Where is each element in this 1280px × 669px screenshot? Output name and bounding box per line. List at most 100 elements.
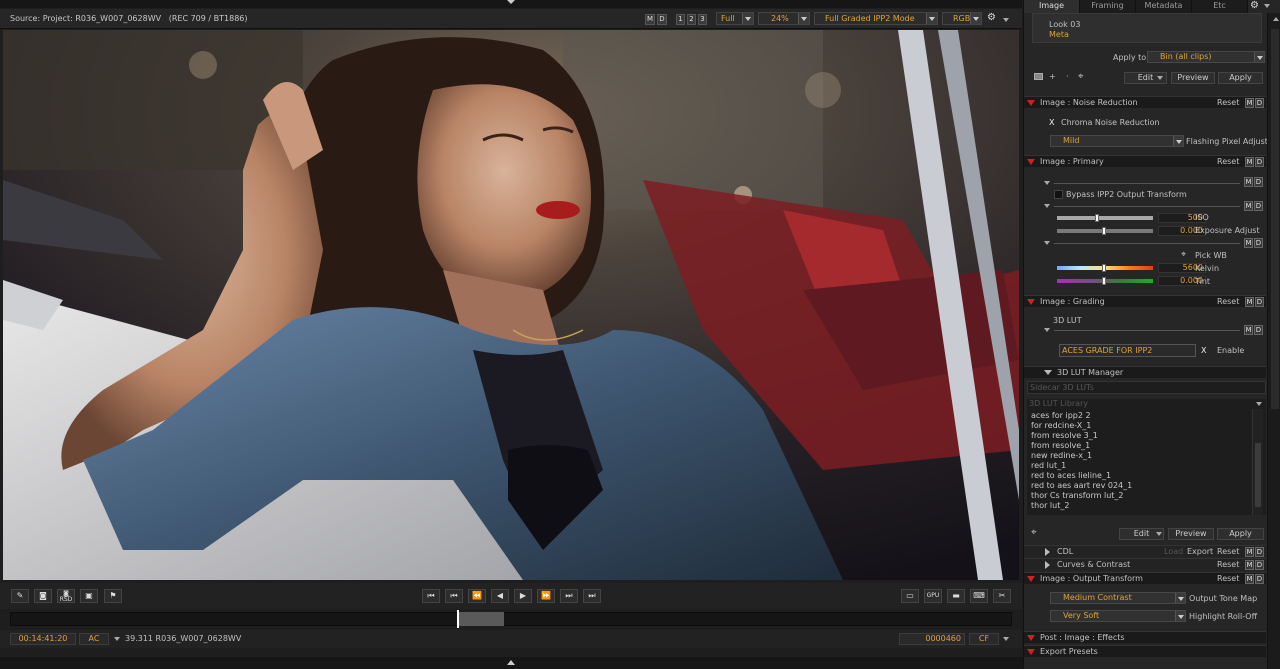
list-item[interactable]: red to aes aart rev 024_1 <box>1031 481 1132 490</box>
d-button[interactable]: D <box>1255 98 1264 108</box>
lut-field[interactable]: ACES GRADE FOR IPP2 <box>1059 344 1196 357</box>
m-button[interactable]: M <box>1245 560 1254 570</box>
add-icon[interactable]: + <box>1049 72 1056 81</box>
gear-icon[interactable]: ⚙ <box>1250 0 1259 11</box>
list-item[interactable]: new redine-x_1 <box>1031 451 1092 460</box>
preview-button[interactable]: Preview <box>1168 528 1214 540</box>
monitor-icon[interactable]: ▭ <box>901 589 919 603</box>
tab-framing[interactable]: Framing <box>1080 0 1136 13</box>
d-button[interactable]: D <box>1255 547 1264 557</box>
tab-image[interactable]: Image <box>1024 0 1080 13</box>
timecode-field[interactable]: 00:14:41:20 <box>10 633 76 645</box>
slider-knob[interactable] <box>1102 227 1106 235</box>
chevron-down-icon[interactable] <box>114 637 120 641</box>
chroma-checkbox[interactable]: X <box>1049 118 1054 127</box>
m-toggle-button[interactable]: M <box>645 14 655 25</box>
lut-library-list[interactable]: aces for ipp2 2 for redcine-X_1 from res… <box>1027 409 1266 515</box>
chevron-down-icon[interactable] <box>1003 637 1009 641</box>
d-button[interactable]: D <box>1255 574 1264 584</box>
flag-icon[interactable]: ⚑ <box>104 589 122 603</box>
m-button[interactable]: M <box>1245 297 1254 307</box>
chevron-down-icon[interactable] <box>1157 76 1163 80</box>
previous-marker-icon[interactable]: ⏮ <box>445 589 463 603</box>
exposure-slider[interactable] <box>1057 227 1153 235</box>
slider-knob[interactable] <box>1102 277 1106 285</box>
preview-button[interactable]: Preview <box>1171 72 1215 84</box>
go-to-end-icon[interactable]: ⏭ <box>583 589 601 603</box>
video-viewer[interactable] <box>3 30 1019 580</box>
m-button[interactable]: M <box>1244 201 1253 211</box>
list-item[interactable]: red lut_1 <box>1031 461 1066 470</box>
list-item[interactable]: from resolve 3_1 <box>1031 431 1098 440</box>
output-transform-section[interactable]: Image : Output Transform Reset M D <box>1024 572 1266 584</box>
reset-button[interactable]: Reset <box>1217 296 1239 307</box>
timeline-playhead[interactable] <box>457 610 459 628</box>
looks-list[interactable]: Look 03 Meta <box>1032 13 1262 43</box>
tab-etc[interactable]: Etc <box>1192 0 1248 13</box>
view-2-button[interactable]: 2 <box>687 14 696 25</box>
remove-icon[interactable]: · <box>1066 72 1069 81</box>
target-icon[interactable]: ⌖ <box>1031 527 1037 538</box>
m-button[interactable]: M <box>1244 325 1253 335</box>
play-reverse-icon[interactable]: ◀ <box>491 589 509 603</box>
collapse-arrow-icon[interactable] <box>507 0 515 4</box>
gear-icon[interactable]: ⚙ <box>987 13 999 24</box>
list-item[interactable]: Look 03 <box>1049 20 1080 29</box>
mode-dropdown[interactable]: Full Graded IPP2 Mode <box>814 12 938 25</box>
expand-arrow-icon[interactable] <box>507 660 515 665</box>
export-presets-section[interactable]: Export Presets <box>1024 645 1266 657</box>
apply-button[interactable]: Apply <box>1217 528 1264 540</box>
folder-icon[interactable] <box>1034 73 1043 80</box>
top-collapse-strip[interactable] <box>0 0 1022 8</box>
chevron-down-icon[interactable] <box>1003 18 1009 22</box>
reset-button[interactable]: Reset <box>1217 156 1239 167</box>
d-button[interactable]: D <box>1255 297 1264 307</box>
post-effects-section[interactable]: Post : Image : Effects <box>1024 631 1266 643</box>
pencil-icon[interactable]: ✎ <box>11 589 29 603</box>
chevron-down-icon[interactable] <box>1156 532 1162 536</box>
list-item[interactable]: from resolve_1 <box>1031 441 1090 450</box>
play-icon[interactable]: ▶ <box>514 589 532 603</box>
scrollbar-thumb[interactable] <box>1255 443 1261 507</box>
grading-section[interactable]: Image : Grading Reset M D <box>1024 295 1266 307</box>
list-item[interactable]: thor lut_2 <box>1031 501 1069 510</box>
next-marker-icon[interactable]: ⏭ <box>560 589 578 603</box>
pick-wb-icon[interactable]: ⌖ <box>1181 250 1186 260</box>
enable-checkbox[interactable]: X <box>1201 346 1206 355</box>
m-button[interactable]: M <box>1245 574 1254 584</box>
channel-dropdown[interactable]: RGB <box>942 12 982 25</box>
scroll-up-icon[interactable] <box>1273 17 1279 21</box>
chevron-down-icon[interactable] <box>1044 181 1050 185</box>
reset-button[interactable]: Reset <box>1217 573 1239 584</box>
zoom-dropdown[interactable]: 24% <box>758 12 810 25</box>
rsd-camera-icon[interactable]: ◙ RSD <box>57 589 75 603</box>
d-button[interactable]: D <box>1255 157 1264 167</box>
target-icon[interactable]: ⌖ <box>1078 71 1084 82</box>
sidecar-luts-dropdown[interactable]: Sidecar 3D LUTs <box>1027 381 1266 394</box>
aspect-ratio-icon[interactable]: ▬ <box>947 589 965 603</box>
view-3-button[interactable]: 3 <box>698 14 707 25</box>
reset-button[interactable]: Reset <box>1217 546 1239 557</box>
apply-to-dropdown[interactable]: Bin (all clips) <box>1147 51 1265 63</box>
curves-section[interactable]: Curves & Contrast Reset M D <box>1024 558 1266 570</box>
rewind-icon[interactable]: ⏪ <box>468 589 486 603</box>
lut-manager-section[interactable]: 3D LUT Manager <box>1024 366 1266 378</box>
chevron-down-icon[interactable] <box>1044 204 1050 208</box>
d-button[interactable]: D <box>1254 325 1263 335</box>
bypass-checkbox[interactable] <box>1054 190 1063 199</box>
kelvin-slider[interactable] <box>1057 264 1153 272</box>
reset-button[interactable]: Reset <box>1217 97 1239 108</box>
list-item[interactable]: Meta <box>1049 30 1069 39</box>
list-item[interactable]: for redcine-X_1 <box>1031 421 1091 430</box>
frame-field[interactable]: 0000460 <box>899 633 965 645</box>
list-item[interactable]: red to aces lieline_1 <box>1031 471 1111 480</box>
slider-knob[interactable] <box>1095 214 1099 222</box>
frame-mode-field[interactable]: CF <box>969 633 999 645</box>
cdl-section[interactable]: CDL Load Export Reset M D <box>1024 545 1266 557</box>
d-button[interactable]: D <box>1254 238 1263 248</box>
scrollbar-thumb[interactable] <box>1271 29 1279 409</box>
lut-list-scrollbar[interactable] <box>1252 409 1263 515</box>
tools-icon[interactable]: ✂ <box>993 589 1011 603</box>
roll-off-dropdown[interactable]: Very Soft <box>1050 610 1186 622</box>
timeline-range[interactable] <box>458 612 504 626</box>
